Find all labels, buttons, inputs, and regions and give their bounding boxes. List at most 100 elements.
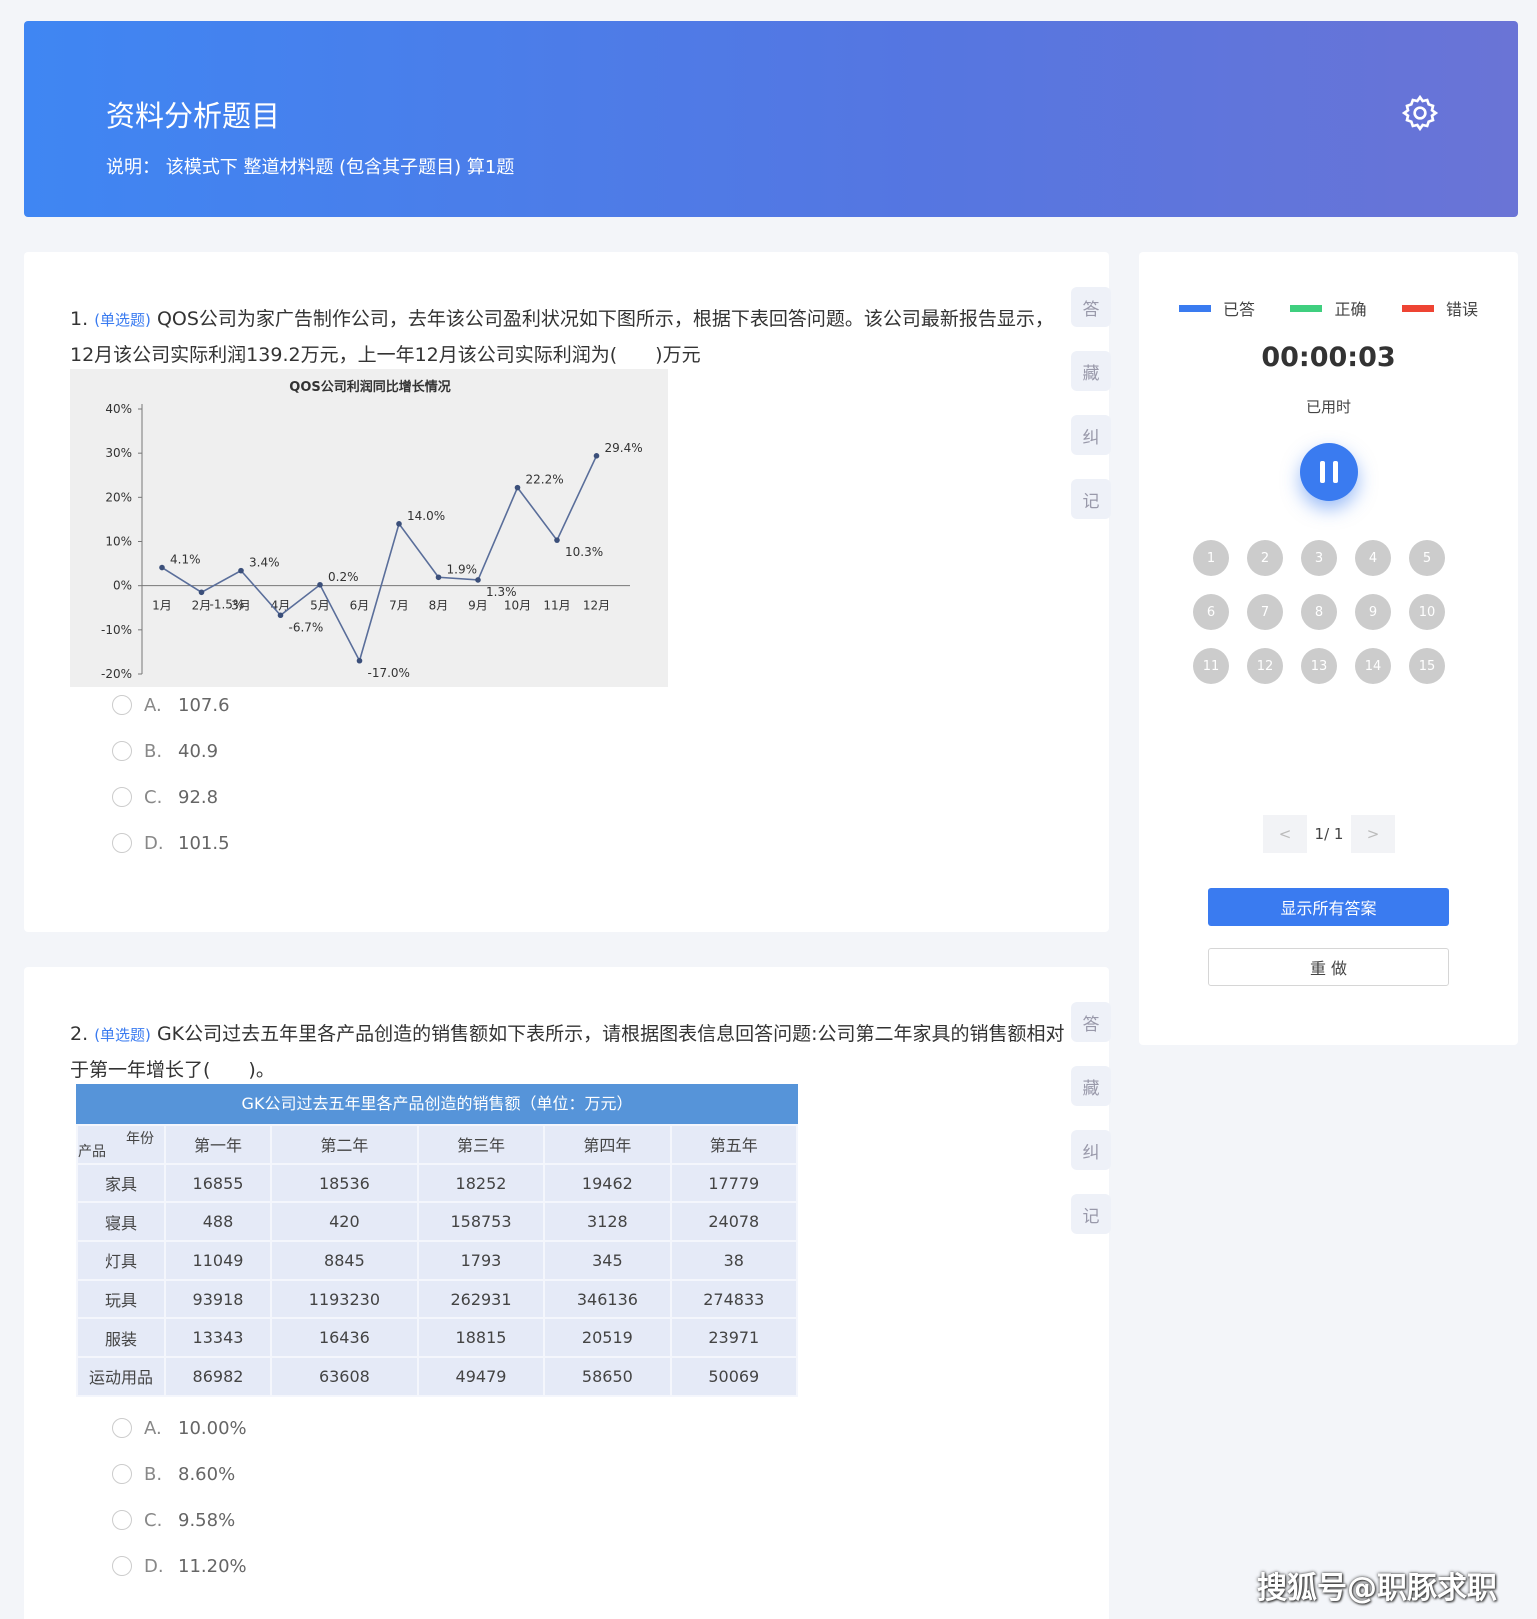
question-number: 2. [70,1023,89,1045]
table-cell: 274833 [669,1278,799,1320]
data-point [396,521,402,527]
question-nav-button[interactable]: 4 [1355,540,1391,576]
tool-favorite[interactable]: 藏 [1071,1066,1111,1106]
radio-button[interactable] [112,833,132,853]
tool-note[interactable]: 记 [1071,1194,1111,1234]
radio-button[interactable] [112,695,132,715]
radio-button[interactable] [112,787,132,807]
legend-label: 正确 [1334,300,1367,319]
data-point [435,574,442,581]
redo-button[interactable]: 重 做 [1208,948,1449,986]
table-cell: 16855 [164,1162,272,1204]
data-label: -1.5% [210,597,245,611]
question-nav-button[interactable]: 13 [1301,648,1337,684]
option-d[interactable]: D. 101.5 [112,820,230,866]
tool-note[interactable]: 记 [1071,479,1111,519]
page-header: 资料分析题目 说明： 该模式下 整道材料题 (包含其子题目) 算1题 [24,21,1518,217]
option-letter: D. [144,1555,164,1577]
data-point [198,589,205,596]
show-all-answers-button[interactable]: 显示所有答案 [1208,888,1449,926]
pause-button[interactable] [1300,443,1358,501]
row-label: 灯具 [76,1240,166,1281]
tool-answer[interactable]: 答 [1071,1002,1111,1042]
tool-report-error[interactable]: 纠 [1071,415,1111,455]
question-nav-button[interactable]: 12 [1247,648,1283,684]
question-number-grid: 1 2 3 4 5 6 7 8 9 10 11 12 13 14 15 [1193,540,1465,684]
question-nav-button[interactable]: 2 [1247,540,1283,576]
tool-answer[interactable]: 答 [1071,287,1111,327]
data-point [514,484,521,491]
question-nav-button[interactable]: 1 [1193,540,1229,576]
option-text: 9.58% [178,1509,236,1531]
table-corner-cell: 年份 产品 [76,1124,166,1165]
question-nav-button[interactable]: 6 [1193,594,1229,630]
row-label: 运动用品 [76,1356,166,1397]
radio-button[interactable] [112,1418,132,1438]
question-nav-button[interactable]: 15 [1409,648,1445,684]
option-c[interactable]: C. 9.58% [112,1497,247,1543]
table-cell: 23971 [669,1317,799,1359]
y-tick-label: 40% [105,402,132,416]
data-label: 1.3% [486,585,517,599]
data-point [356,657,363,664]
radio-button[interactable] [112,1464,132,1484]
question-number: 1. [70,308,89,330]
question-stem: GK公司过去五年里各产品创造的销售额如下表所示，请根据图表信息回答问题:公司第二… [70,1023,1065,1081]
option-text: 11.20% [178,1555,247,1577]
corner-year-label: 年份 [126,1131,154,1147]
option-c[interactable]: C. 92.8 [112,774,230,820]
question-nav-button[interactable]: 10 [1409,594,1445,630]
legend-label: 已答 [1223,300,1256,319]
status-legend: 已答 正确 错误 [1179,296,1478,320]
table-cell: 18815 [416,1317,546,1359]
option-a[interactable]: A. 107.6 [112,682,230,728]
radio-button[interactable] [112,741,132,761]
option-text: 8.60% [178,1463,236,1485]
x-tick-label: 1月 [152,599,172,613]
question-nav-button[interactable]: 9 [1355,594,1391,630]
option-b[interactable]: B. 40.9 [112,728,230,774]
radio-button[interactable] [112,1556,132,1576]
legend-swatch [1401,304,1434,312]
table-cell: 24078 [669,1201,799,1243]
table-cell: 8845 [270,1240,419,1281]
y-tick-label: -20% [101,667,132,681]
table-cell: 19462 [543,1162,672,1204]
question-text-2: 2. (单选题) GK公司过去五年里各产品创造的销售额如下表所示，请根据图表信息… [70,1017,1070,1088]
option-a[interactable]: A. 10.00% [112,1405,247,1451]
question-nav-button[interactable]: 7 [1247,594,1283,630]
legend-label: 错误 [1445,300,1478,319]
prev-page-button[interactable]: < [1263,815,1307,853]
table-cell: 11049 [164,1240,272,1281]
question-tools-1: 答 藏 纠 记 [1071,287,1111,543]
next-page-button[interactable]: > [1351,815,1395,853]
data-point [159,564,165,571]
question-nav-button[interactable]: 5 [1409,540,1445,576]
radio-button[interactable] [112,1510,132,1530]
tool-favorite[interactable]: 藏 [1071,351,1111,391]
line-chart-svg: QOS公司利润同比增长情况 40% 30% 20% 10% 0% -10% -20% 1月 2月 3… [101,379,643,681]
table-header-cell: 第五年 [669,1124,799,1165]
question-nav-button[interactable]: 11 [1193,648,1229,684]
table-header-row: 年份 产品 第一年 第二年 第三年 第四年 第五年 [76,1124,799,1165]
table-cell: 20519 [543,1317,672,1359]
data-label: 1.9% [447,562,478,576]
table-cell: 50069 [669,1356,799,1397]
question-nav-button[interactable]: 3 [1301,540,1337,576]
pause-icon [1320,461,1325,483]
question-nav-button[interactable]: 8 [1301,594,1337,630]
option-d[interactable]: D. 11.20% [112,1543,247,1589]
profit-growth-chart: QOS公司利润同比增长情况 40% 30% 20% 10% 0% -10% -20% 1月 2月 3… [70,369,668,687]
option-letter: A. [144,1417,162,1439]
tool-report-error[interactable]: 纠 [1071,1130,1111,1170]
row-label: 寝具 [76,1201,166,1243]
question-nav-button[interactable]: 14 [1355,648,1391,684]
option-letter: A. [144,694,162,716]
data-label: -6.7% [289,620,324,634]
row-label: 玩具 [76,1278,166,1320]
option-text: 10.00% [178,1417,247,1439]
option-b[interactable]: B. 8.60% [112,1451,247,1497]
table-cell: 262931 [416,1278,546,1320]
x-tick-label: 12月 [583,599,610,613]
gear-icon[interactable] [1400,93,1440,133]
